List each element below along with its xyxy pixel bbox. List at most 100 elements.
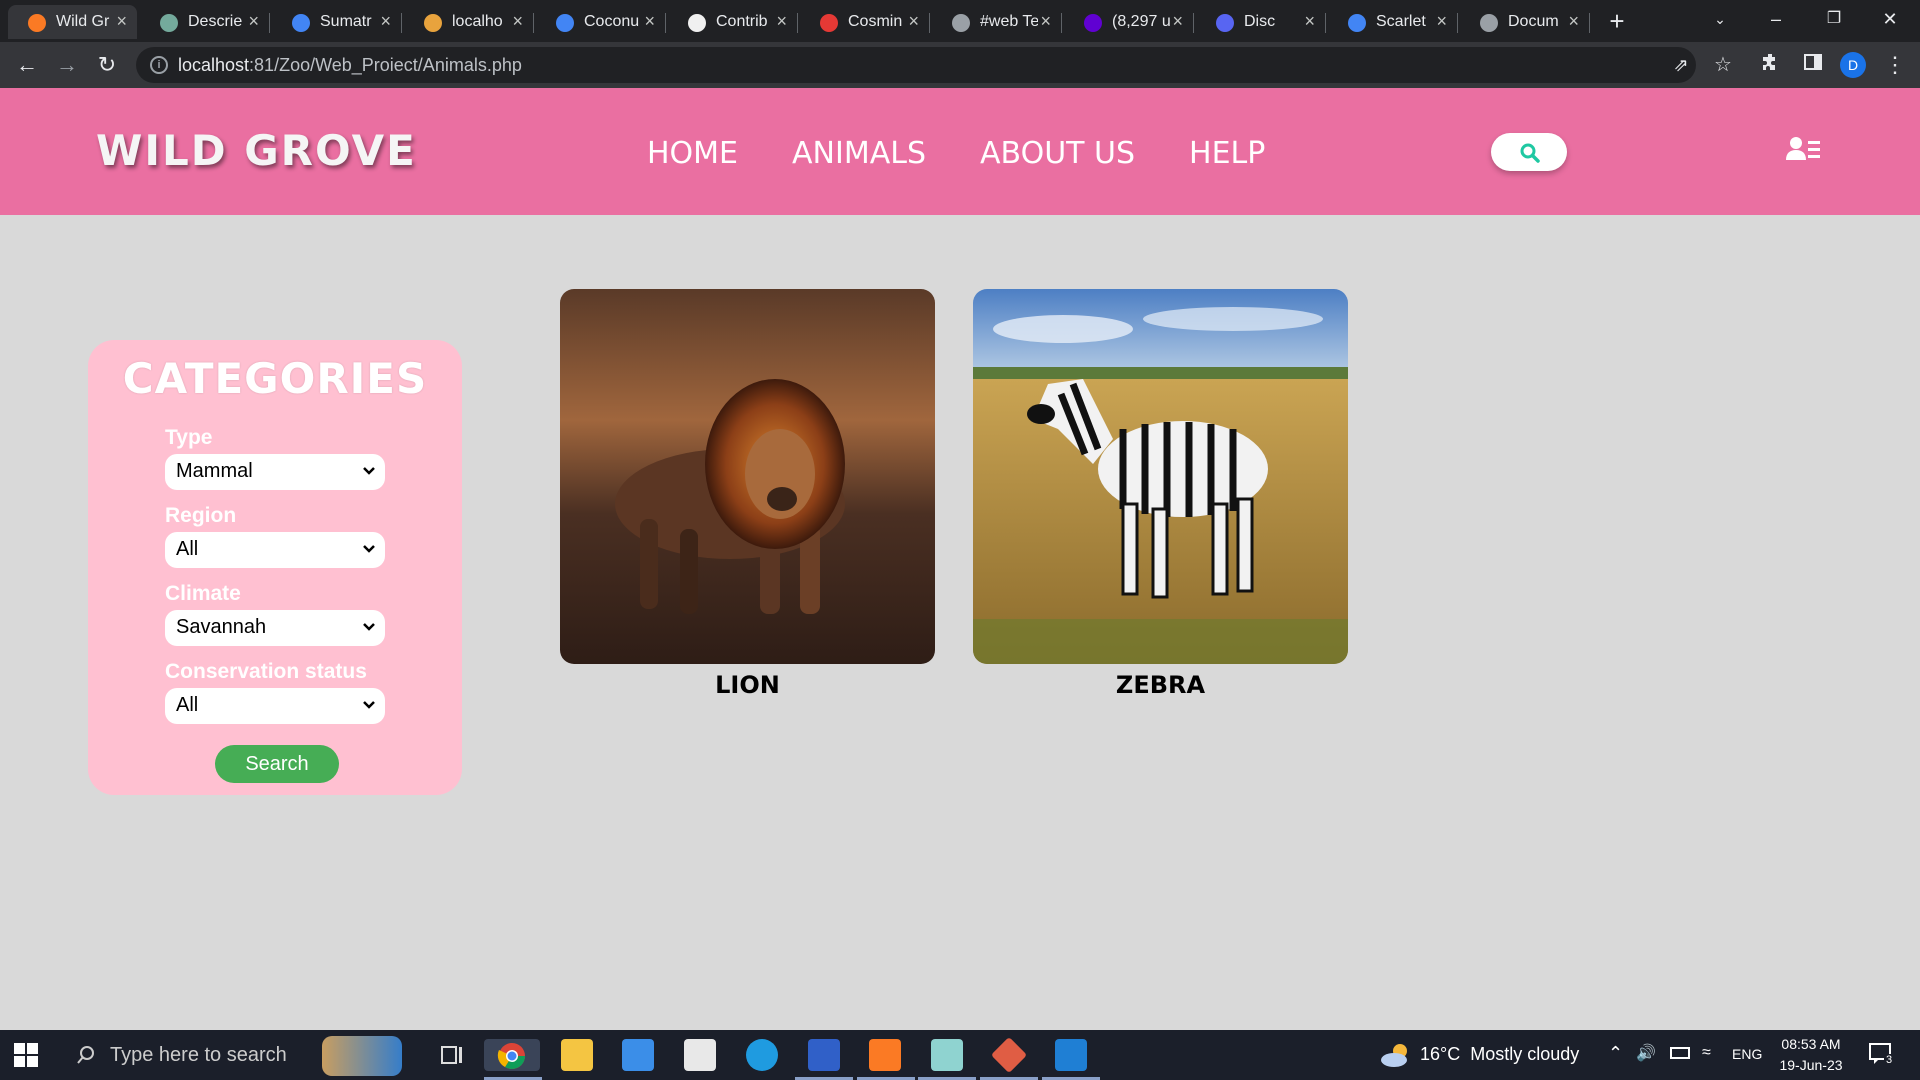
site-header: WILD GROVE HOME ANIMALS ABOUT US HELP xyxy=(0,88,1920,215)
volume-icon[interactable]: 🔊 xyxy=(1636,1043,1656,1080)
network-icon[interactable]: ≈ xyxy=(1702,1044,1711,1080)
browser-tab[interactable]: Coconu × xyxy=(536,5,666,39)
close-tab-icon[interactable]: × xyxy=(1304,11,1315,32)
vscode-icon[interactable] xyxy=(1055,1039,1087,1071)
battery-icon[interactable] xyxy=(1670,1047,1690,1059)
tab-separator xyxy=(1457,13,1458,33)
close-window-button[interactable]: ✕ xyxy=(1870,4,1910,34)
animal-card-lion[interactable]: LION xyxy=(560,289,935,699)
browser-tab[interactable]: Disc × xyxy=(1196,5,1326,39)
tab-title: Cosmin xyxy=(848,13,903,30)
nav-help[interactable]: HELP xyxy=(1189,136,1265,171)
extensions-icon[interactable] xyxy=(1758,52,1784,78)
lion-name[interactable]: LION xyxy=(560,671,935,699)
tab-title: localho xyxy=(452,13,503,30)
browser-tab[interactable]: Contrib × xyxy=(668,5,798,39)
address-bar[interactable]: i localhost:81/Zoo/Web_Proiect/Animals.p… xyxy=(136,47,1696,83)
chatgpt-icon xyxy=(160,14,178,32)
store-icon[interactable] xyxy=(684,1039,716,1071)
language-indicator[interactable]: ENG xyxy=(1732,1046,1762,1080)
side-panel-icon[interactable] xyxy=(1800,52,1826,78)
close-tab-icon[interactable]: × xyxy=(1040,11,1051,32)
lion-image[interactable] xyxy=(560,289,935,664)
tab-title: Descrie xyxy=(188,13,243,30)
back-icon[interactable]: ← xyxy=(12,50,42,80)
nav-about-us[interactable]: ABOUT US xyxy=(980,136,1135,171)
xampp-icon xyxy=(28,14,46,32)
browser-tab-strip: Wild Gr × Descrie × Sumatr × localho × Coconu × Co… xyxy=(0,0,1920,42)
tab-search-icon[interactable]: ⌄ xyxy=(1700,4,1740,34)
url-text[interactable]: localhost:81/Zoo/Web_Proiect/Animals.php xyxy=(178,55,522,76)
close-tab-icon[interactable]: × xyxy=(1568,11,1579,32)
browser-tab[interactable]: Docum × xyxy=(1460,5,1590,39)
share-icon[interactable]: ⇗ xyxy=(1668,52,1694,78)
tab-title: Wild Gr xyxy=(56,13,110,30)
search-icon xyxy=(1520,143,1540,163)
browser-tab[interactable]: localho × xyxy=(404,5,534,39)
cv-icon xyxy=(820,14,838,32)
url-host: localhost xyxy=(178,55,250,75)
browser-tab[interactable]: Scarlet × xyxy=(1328,5,1458,39)
taskbar-search-box[interactable]: Type here to search xyxy=(60,1030,420,1080)
profile-avatar[interactable]: D xyxy=(1840,52,1866,78)
header-search-button[interactable] xyxy=(1491,133,1567,171)
forward-icon[interactable]: → xyxy=(52,50,82,80)
filter-search-button[interactable]: Search xyxy=(215,745,339,783)
bookmark-star-icon[interactable]: ☆ xyxy=(1710,52,1736,78)
task-view-icon[interactable] xyxy=(436,1039,468,1071)
restore-button[interactable]: ❐ xyxy=(1814,4,1854,34)
git-icon[interactable] xyxy=(990,1036,1028,1074)
type-select[interactable]: Mammal xyxy=(165,454,385,490)
chevron-down-icon xyxy=(363,545,375,553)
browser-tab[interactable]: Sumatr × xyxy=(272,5,402,39)
climate-select[interactable]: Savannah xyxy=(165,610,385,646)
windows-start-icon[interactable] xyxy=(14,1043,38,1067)
zebra-name[interactable]: ZEBRA xyxy=(973,671,1348,699)
climate-label: Climate xyxy=(165,582,241,605)
region-label: Region xyxy=(165,504,237,527)
browser-tab[interactable]: Wild Gr × xyxy=(8,5,137,39)
google-icon xyxy=(556,14,574,32)
close-tab-icon[interactable]: × xyxy=(116,11,127,32)
xampp-icon[interactable] xyxy=(869,1039,901,1071)
reload-icon[interactable]: ↻ xyxy=(92,50,122,80)
mail-icon[interactable] xyxy=(622,1039,654,1071)
nav-animals[interactable]: ANIMALS xyxy=(792,136,926,171)
close-tab-icon[interactable]: × xyxy=(1172,11,1183,32)
site-logo[interactable]: WILD GROVE xyxy=(96,126,417,175)
zebra-image[interactable] xyxy=(973,289,1348,664)
notifications-icon[interactable]: 3 xyxy=(1868,1042,1895,1066)
minimize-button[interactable]: – xyxy=(1756,4,1796,34)
nav-home[interactable]: HOME xyxy=(647,136,738,171)
close-tab-icon[interactable]: × xyxy=(644,11,655,32)
site-info-icon[interactable]: i xyxy=(150,56,168,74)
clock[interactable]: 08:53 AM 19-Jun-23 xyxy=(1778,1034,1844,1080)
close-tab-icon[interactable]: × xyxy=(908,11,919,32)
chrome-taskbar-icon[interactable] xyxy=(484,1039,540,1071)
type-label: Type xyxy=(165,426,213,449)
globe-icon xyxy=(1480,14,1498,32)
edge-icon[interactable] xyxy=(746,1039,778,1071)
categories-title: CATEGORIES xyxy=(122,354,428,403)
browser-tab[interactable]: Descrie × xyxy=(140,5,270,39)
browser-tab[interactable]: Cosmin × xyxy=(800,5,930,39)
close-tab-icon[interactable]: × xyxy=(776,11,787,32)
show-hidden-icons[interactable]: ⌃ xyxy=(1608,1043,1623,1080)
new-tab-button[interactable]: + xyxy=(1600,5,1634,39)
close-tab-icon[interactable]: × xyxy=(1436,11,1447,32)
tab-title: #web Te xyxy=(980,13,1038,30)
region-select[interactable]: All xyxy=(165,532,385,568)
user-menu-icon[interactable] xyxy=(1786,136,1822,166)
menu-kebab-icon[interactable]: ⋮ xyxy=(1882,52,1908,78)
file-explorer-icon[interactable] xyxy=(561,1039,593,1071)
tab-separator xyxy=(1325,13,1326,33)
browser-tab[interactable]: (8,297 u × xyxy=(1064,5,1194,39)
close-tab-icon[interactable]: × xyxy=(380,11,391,32)
conservation-status-select[interactable]: All xyxy=(165,688,385,724)
notepad-icon[interactable] xyxy=(931,1039,963,1071)
close-tab-icon[interactable]: × xyxy=(512,11,523,32)
animal-card-zebra[interactable]: ZEBRA xyxy=(973,289,1348,699)
save-app-icon[interactable] xyxy=(808,1039,840,1071)
browser-tab[interactable]: #web Te × xyxy=(932,5,1062,39)
close-tab-icon[interactable]: × xyxy=(248,11,259,32)
